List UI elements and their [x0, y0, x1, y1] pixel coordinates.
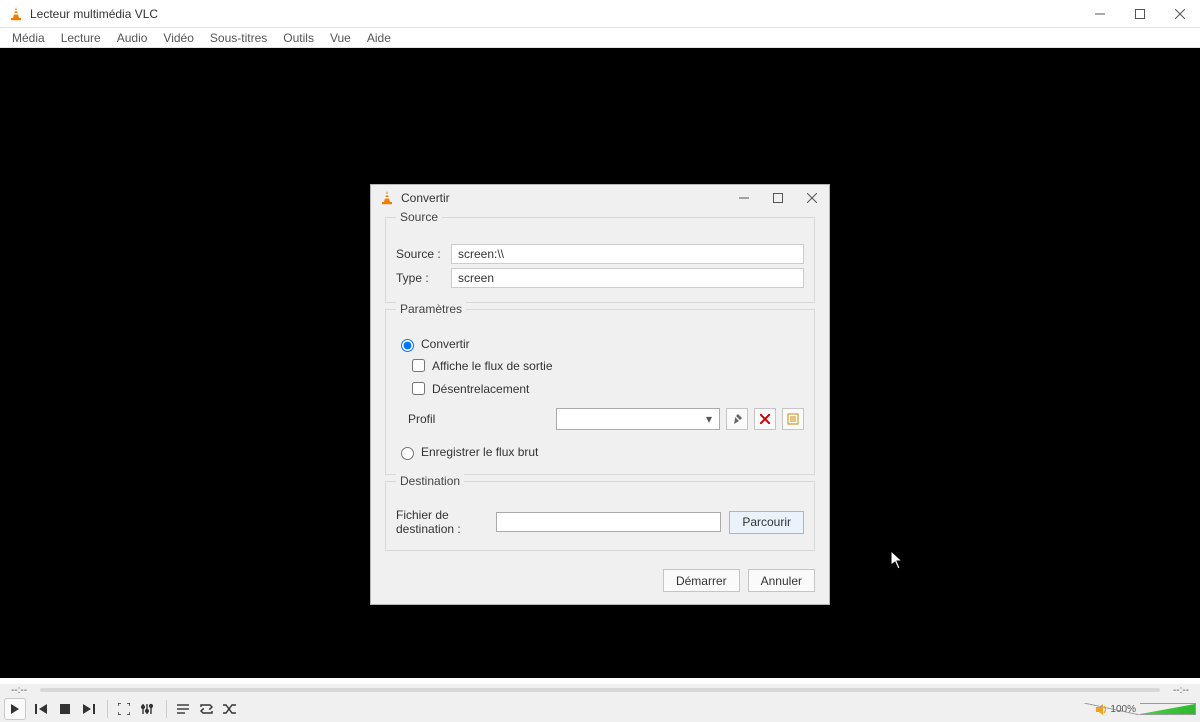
check-display-output-input[interactable]	[412, 359, 425, 372]
dialog-footer: Démarrer Annuler	[371, 561, 829, 604]
source-value: screen:\\	[451, 244, 804, 264]
play-button[interactable]	[4, 698, 26, 720]
source-group: Source Source : screen:\\ Type : screen	[385, 217, 815, 303]
seek-slider[interactable]	[40, 688, 1160, 692]
fullscreen-button[interactable]	[114, 699, 134, 719]
menu-video[interactable]: Vidéo	[155, 29, 201, 47]
check-deinterlace-input[interactable]	[412, 382, 425, 395]
dest-file-label: Fichier de destination :	[396, 508, 496, 536]
dialog-title: Convertir	[401, 191, 450, 205]
main-minimize-button[interactable]	[1080, 0, 1120, 28]
menu-aide[interactable]: Aide	[359, 29, 399, 47]
dest-legend: Destination	[396, 474, 464, 488]
params-legend: Paramètres	[396, 302, 466, 316]
check-deinterlace[interactable]: Désentrelacement	[408, 379, 804, 398]
time-remaining: --:--	[1166, 685, 1196, 696]
radio-convert-label: Convertir	[421, 337, 470, 351]
radio-raw-label: Enregistrer le flux brut	[421, 445, 538, 459]
radio-convert-input[interactable]	[401, 339, 414, 352]
menu-media[interactable]: Média	[4, 29, 53, 47]
loop-button[interactable]	[196, 699, 216, 719]
chevron-down-icon: ▾	[701, 412, 717, 426]
start-button[interactable]: Démarrer	[663, 569, 740, 592]
dest-file-input[interactable]	[496, 512, 721, 532]
check-deinterlace-label: Désentrelacement	[432, 382, 529, 396]
main-titlebar: Lecteur multimédia VLC	[0, 0, 1200, 28]
extended-settings-button[interactable]	[137, 699, 157, 719]
source-legend: Source	[396, 210, 442, 224]
dialog-close-button[interactable]	[795, 185, 829, 211]
check-display-output[interactable]: Affiche le flux de sortie	[408, 356, 804, 375]
profile-delete-button[interactable]	[754, 408, 776, 430]
dialog-titlebar: Convertir	[371, 185, 829, 211]
profile-new-button[interactable]	[782, 408, 804, 430]
check-display-output-label: Affiche le flux de sortie	[432, 359, 553, 373]
cancel-button[interactable]: Annuler	[748, 569, 815, 592]
profile-combobox[interactable]: ▾	[556, 408, 720, 430]
type-label: Type :	[396, 271, 451, 285]
menu-vue[interactable]: Vue	[322, 29, 359, 47]
profile-edit-button[interactable]	[726, 408, 748, 430]
main-close-button[interactable]	[1160, 0, 1200, 28]
radio-raw[interactable]: Enregistrer le flux brut	[396, 444, 804, 460]
previous-button[interactable]	[32, 699, 52, 719]
stop-button[interactable]	[55, 699, 75, 719]
time-elapsed: --:--	[4, 685, 34, 696]
radio-raw-input[interactable]	[401, 447, 414, 460]
radio-convert[interactable]: Convertir	[396, 336, 804, 352]
menu-audio[interactable]: Audio	[109, 29, 156, 47]
type-value: screen	[451, 268, 804, 288]
source-label: Source :	[396, 247, 451, 261]
menubar: Média Lecture Audio Vidéo Sous-titres Ou…	[0, 28, 1200, 48]
dialog-minimize-button[interactable]	[727, 185, 761, 211]
playlist-button[interactable]	[173, 699, 193, 719]
shuffle-button[interactable]	[219, 699, 239, 719]
browse-button[interactable]: Parcourir	[729, 511, 804, 534]
volume-slider[interactable]	[1140, 703, 1196, 715]
params-group: Paramètres Convertir Affiche le flux de …	[385, 309, 815, 475]
dest-group: Destination Fichier de destination : Par…	[385, 481, 815, 551]
next-button[interactable]	[78, 699, 98, 719]
vlc-cone-icon	[8, 6, 24, 22]
dialog-maximize-button[interactable]	[761, 185, 795, 211]
vlc-cone-icon	[379, 190, 395, 206]
convert-dialog: Convertir Source Source : screen:\\ Type…	[370, 184, 830, 605]
menu-lecture[interactable]: Lecture	[53, 29, 109, 47]
main-window-title: Lecteur multimédia VLC	[30, 7, 158, 21]
profile-label: Profil	[408, 412, 446, 426]
main-maximize-button[interactable]	[1120, 0, 1160, 28]
menu-sous-titres[interactable]: Sous-titres	[202, 29, 275, 47]
seekbar: --:-- --:--	[0, 684, 1200, 696]
menu-outils[interactable]: Outils	[275, 29, 322, 47]
controls-bar: 100%	[0, 696, 1200, 722]
